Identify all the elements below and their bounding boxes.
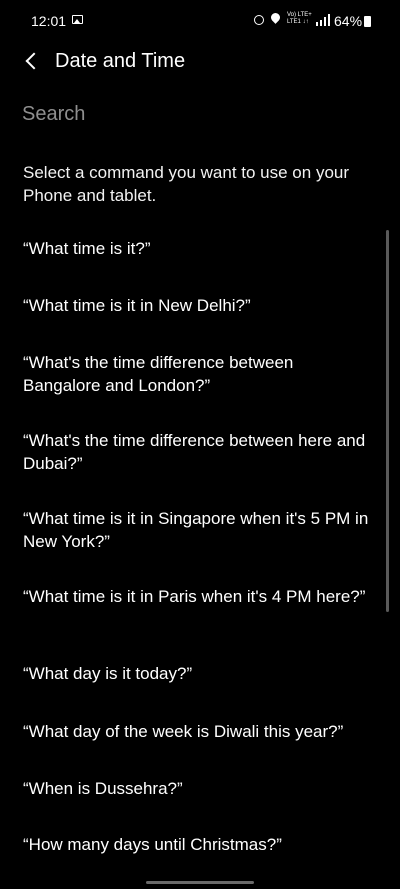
- scrollbar[interactable]: [386, 230, 389, 612]
- command-item-diwali[interactable]: “What day of the week is Diwali this yea…: [23, 720, 373, 743]
- network-type-label: Vo) LTE+ LTE1 ↓↑: [287, 12, 312, 25]
- back-button[interactable]: [18, 48, 44, 74]
- app-header: Date and Time: [0, 44, 400, 80]
- status-bar: 12:01 Vo) LTE+ LTE1 ↓↑ 64%: [0, 0, 400, 44]
- command-item-christmas[interactable]: “How many days until Christmas?”: [23, 833, 373, 856]
- command-item-dussehra[interactable]: “When is Dussehra?”: [23, 777, 373, 800]
- gallery-icon: [72, 15, 83, 24]
- page-title: Date and Time: [55, 50, 186, 72]
- command-item-singapore-newyork[interactable]: “What time is it in Singapore when it's …: [23, 507, 373, 553]
- battery-percentage: 64%: [334, 13, 363, 29]
- intro-text: Select a command you want to use on your…: [23, 163, 350, 205]
- command-item-what-time[interactable]: “What time is it?”: [23, 237, 373, 260]
- home-indicator[interactable]: [146, 881, 254, 884]
- command-item-new-delhi[interactable]: “What time is it in New Delhi?”: [23, 294, 373, 317]
- search-input[interactable]: [22, 98, 382, 130]
- command-item-bangalore-london[interactable]: “What's the time difference between Bang…: [23, 351, 373, 397]
- signal-icon: [316, 14, 330, 26]
- alarm-icon: [254, 15, 264, 25]
- command-item-here-dubai[interactable]: “What's the time difference between here…: [23, 429, 373, 475]
- command-item-paris[interactable]: “What time is it in Paris when it's 4 PM…: [23, 585, 373, 608]
- battery-icon: [364, 16, 371, 27]
- command-item-what-day[interactable]: “What day is it today?”: [23, 662, 373, 685]
- location-icon: [269, 11, 282, 24]
- status-time: 12:01: [31, 13, 67, 29]
